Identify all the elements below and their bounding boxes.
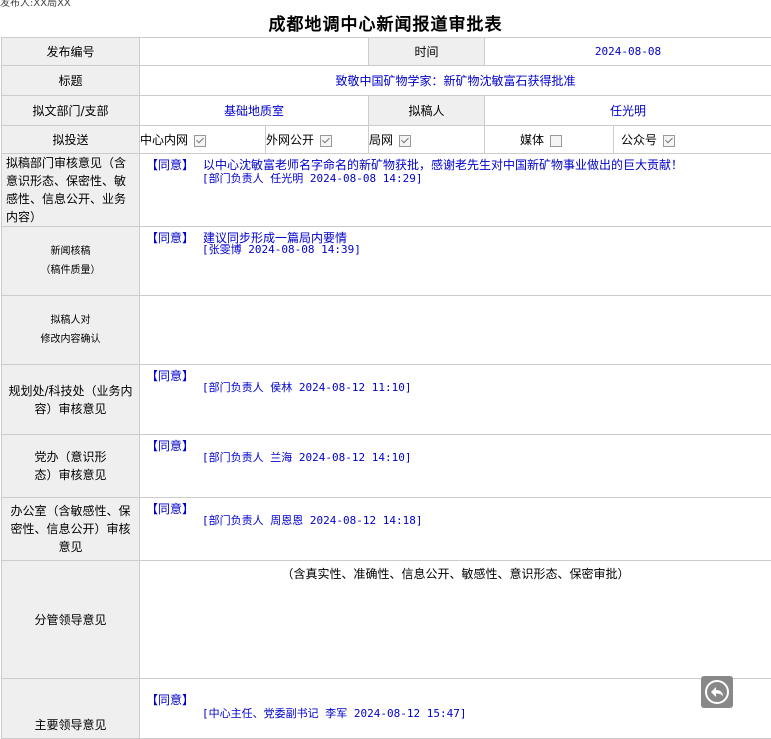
drafter-confirm-label-line2: 修改内容确认 [2,330,139,349]
party-review-opinion: 【同意】 [部门负责人 兰海 2024-08-12 14:10] [140,435,771,498]
target-bureau-web-label: 局网 [369,133,393,147]
approval-form-table: 发布编号 时间 2024-08-08 标题 致敬中国矿物学家：新矿物沈敏富石获得… [1,37,771,739]
leader-review-label: 分管领导意见 [2,561,140,679]
target-media: 媒体 [485,126,614,154]
title-value: 致敬中国矿物学家：新矿物沈敏富石获得批准 [140,66,771,96]
party-review-label: 党办（意识形态）审核意见 [2,435,140,498]
title-label: 标题 [2,66,140,96]
target-intranet: 中心内网 [140,126,266,154]
page-title: 成都地调中心新闻报道审批表 [0,10,771,35]
drafter-label: 拟稿人 [369,96,485,126]
target-public-web-checkbox[interactable] [320,135,332,147]
target-wechat-label: 公众号 [621,133,657,147]
dept-review-agree: 【同意】 [146,156,194,173]
back-button[interactable] [701,676,733,708]
planning-review-agree: 【同意】 [146,367,194,384]
top-fragment: 发布人:XX局XX [0,0,71,9]
target-media-label: 媒体 [520,133,544,147]
leader-review-opinion: （含真实性、准确性、信息公开、敏感性、意识形态、保密审批） [140,561,771,679]
drafter-confirm-label-line1: 拟稿人对 [2,311,139,330]
dept-review-label: 拟稿部门审核意见（含意识形态、保密性、敏感性、信息公开、业务内容） [2,154,140,227]
leader-review-note: （含真实性、准确性、信息公开、敏感性、意识形态、保密审批） [140,565,771,582]
target-wechat: 公众号 [614,126,771,154]
main-leader-agree: 【同意】 [146,691,194,708]
office-review-sign: [部门负责人 周恩恩 2024-08-12 14:18] [202,512,422,528]
news-review-sign: [张雯博 2024-08-08 14:39] [202,241,361,257]
target-bureau-web-checkbox[interactable] [399,135,411,147]
target-intranet-checkbox[interactable] [194,135,206,147]
office-review-label: 办公室（含敏感性、保密性、信息公开）审核意见 [2,498,140,561]
dept-review-sign: [部门负责人 任光明 2024-08-08 14:29] [202,170,422,186]
dept-review-opinion: 【同意】 以中心沈敏富老师名字命名的新矿物获批，感谢老先生对中国新矿物事业做出的… [140,154,771,227]
id-value [140,38,369,66]
target-intranet-label: 中心内网 [140,133,188,147]
dept-label: 拟文部门/支部 [2,96,140,126]
news-review-label-line1: 新闻核稿 [2,242,139,261]
target-wechat-checkbox[interactable] [663,135,675,147]
time-label: 时间 [369,38,485,66]
party-review-agree: 【同意】 [146,437,194,454]
target-media-checkbox[interactable] [550,135,562,147]
drafter-confirm-opinion [140,296,771,365]
drafter-confirm-label: 拟稿人对 修改内容确认 [2,296,140,365]
office-review-opinion: 【同意】 [部门负责人 周恩恩 2024-08-12 14:18] [140,498,771,561]
office-review-agree: 【同意】 [146,500,194,517]
main-leader-label: 主要领导意见 [2,679,140,739]
news-review-label-line2: （稿件质量） [2,261,139,280]
dept-value: 基础地质室 [140,96,369,126]
back-arrow-icon [704,679,730,705]
drafter-value: 任光明 [485,96,771,126]
planning-review-opinion: 【同意】 [部门负责人 侯林 2024-08-12 11:10] [140,365,771,435]
main-leader-opinion: 【同意】 [中心主任、党委副书记 李军 2024-08-12 15:47] [140,679,771,739]
target-public-web: 外网公开 [266,126,369,154]
planning-review-sign: [部门负责人 侯林 2024-08-12 11:10] [202,379,411,395]
news-review-opinion: 【同意】 建议同步形成一篇局内要情 [张雯博 2024-08-08 14:39] [140,227,771,296]
planning-review-label: 规划处/科技处（业务内容）审核意见 [2,365,140,435]
party-review-sign: [部门负责人 兰海 2024-08-12 14:10] [202,449,411,465]
id-label: 发布编号 [2,38,140,66]
time-value: 2024-08-08 [485,38,771,66]
main-leader-sign: [中心主任、党委副书记 李军 2024-08-12 15:47] [202,705,466,721]
news-review-label: 新闻核稿 （稿件质量） [2,227,140,296]
target-bureau-web: 局网 [369,126,485,154]
targets-label: 拟投送 [2,126,140,154]
news-review-agree: 【同意】 [146,229,194,246]
target-public-web-label: 外网公开 [266,133,314,147]
